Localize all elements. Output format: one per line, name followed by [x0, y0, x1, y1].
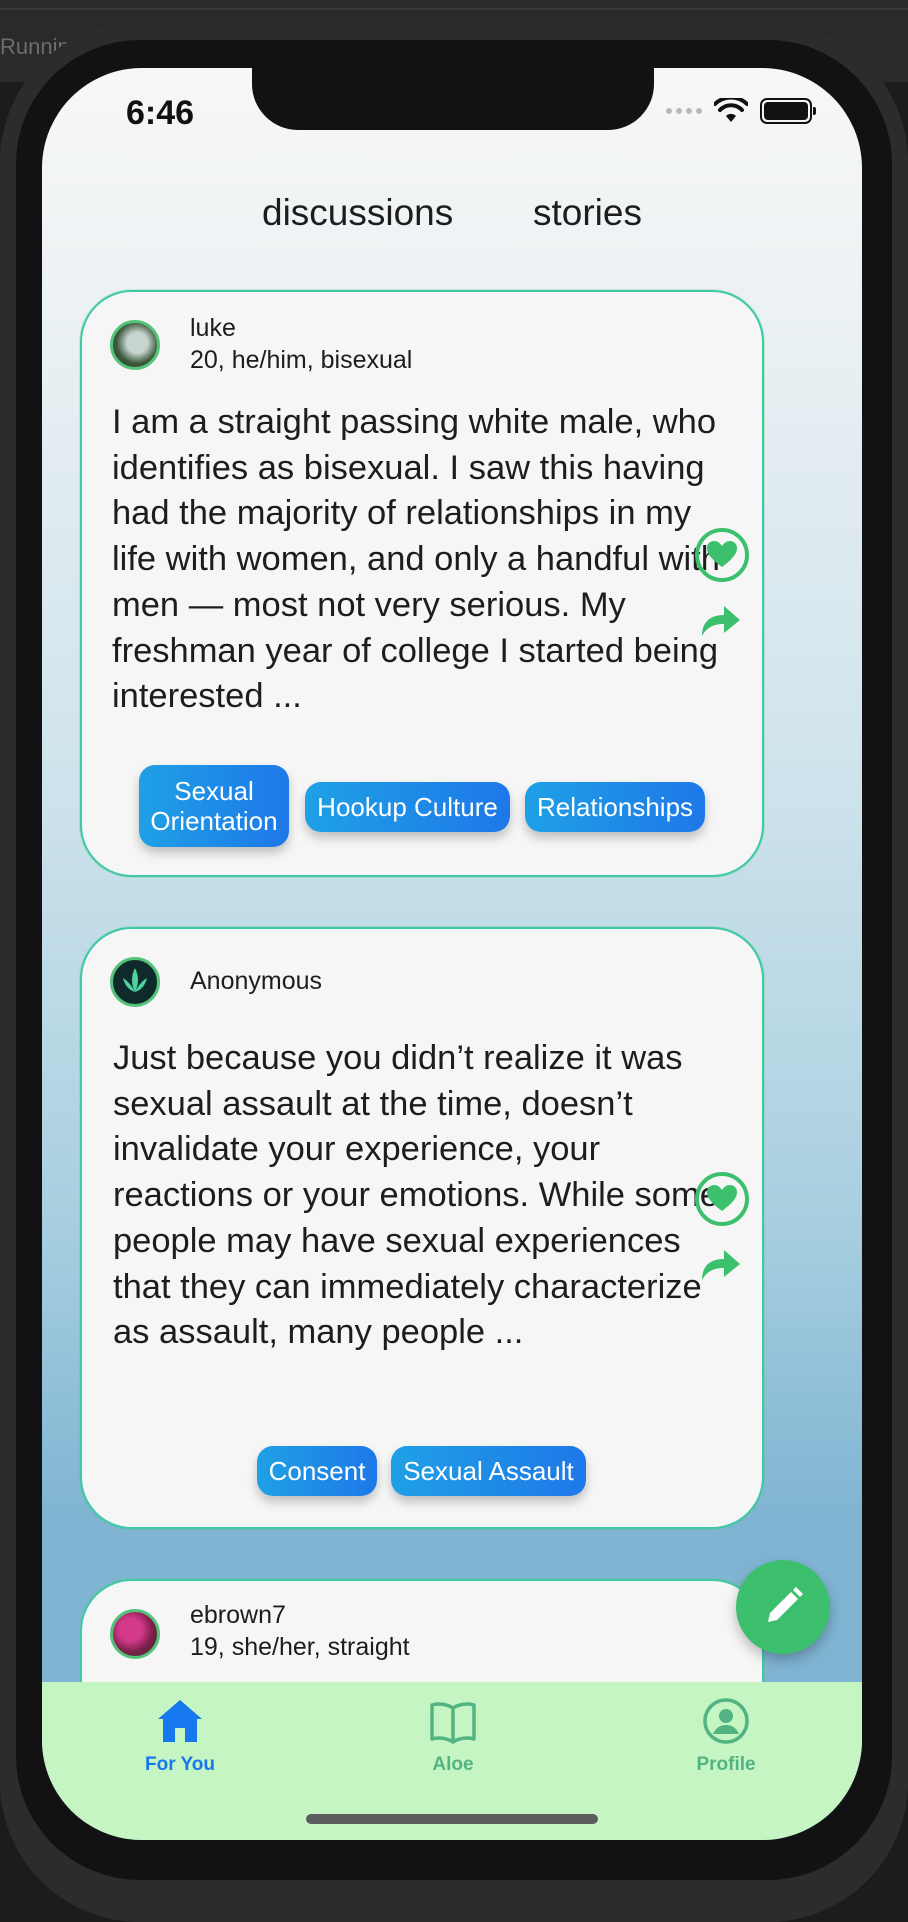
book-icon [430, 1702, 476, 1744]
tab-label: Profile [696, 1754, 756, 1775]
status-icons [666, 98, 816, 124]
post-card[interactable]: luke 20, he/him, bisexual I am a straigh… [80, 290, 764, 877]
like-heart-icon[interactable] [694, 527, 750, 583]
aloe-logo-icon [123, 968, 147, 992]
author-meta: 19, she/her, straight [190, 1633, 410, 1661]
tag-chip[interactable]: Hookup Culture [305, 782, 510, 832]
tag-chip[interactable]: Consent [257, 1446, 377, 1496]
tab-aloe[interactable]: Aloe [383, 1696, 523, 1776]
tab-for-you[interactable]: For You [110, 1696, 250, 1776]
tag-chip[interactable]: Relationships [525, 782, 705, 832]
avatar[interactable] [110, 1609, 160, 1659]
share-arrow-icon[interactable] [698, 1246, 742, 1282]
home-icon [158, 1700, 202, 1742]
tab-discussions[interactable]: discussions [262, 192, 453, 234]
avatar[interactable] [110, 957, 160, 1007]
author-name[interactable]: luke [190, 314, 236, 343]
avatar[interactable] [110, 320, 160, 370]
tab-label: Aloe [432, 1754, 474, 1775]
post-body: I am a straight passing white male, who … [112, 403, 720, 716]
home-indicator[interactable] [306, 1814, 598, 1824]
tab-stories[interactable]: stories [533, 192, 642, 234]
feed-segment-control: discussions stories [42, 192, 862, 252]
profile-icon [703, 1698, 749, 1744]
author-name[interactable]: ebrown7 [190, 1601, 286, 1630]
app-screen: 6:46 discussions stories luke 20, he/him… [42, 68, 862, 1840]
status-time: 6:46 [126, 94, 195, 132]
cellular-signal-icon [666, 108, 702, 114]
notch [252, 68, 654, 130]
post-body: Just because you didn’t realize it was s… [113, 1039, 719, 1352]
battery-icon [760, 98, 816, 124]
pencil-icon [768, 1587, 803, 1622]
tag-chip[interactable]: Sexual Orientation [139, 765, 289, 847]
post-card[interactable]: Anonymous Just because you didn’t realiz… [80, 927, 764, 1529]
tag-chip[interactable]: Sexual Assault [391, 1446, 586, 1496]
wifi-icon [714, 98, 748, 122]
compose-button[interactable] [736, 1560, 830, 1654]
author-name[interactable]: Anonymous [190, 967, 322, 996]
host-divider [0, 8, 908, 10]
author-meta: 20, he/him, bisexual [190, 346, 413, 374]
like-heart-icon[interactable] [694, 1171, 750, 1227]
tab-profile[interactable]: Profile [656, 1696, 796, 1776]
tab-label: For You [144, 1754, 216, 1775]
share-arrow-icon[interactable] [698, 602, 742, 638]
